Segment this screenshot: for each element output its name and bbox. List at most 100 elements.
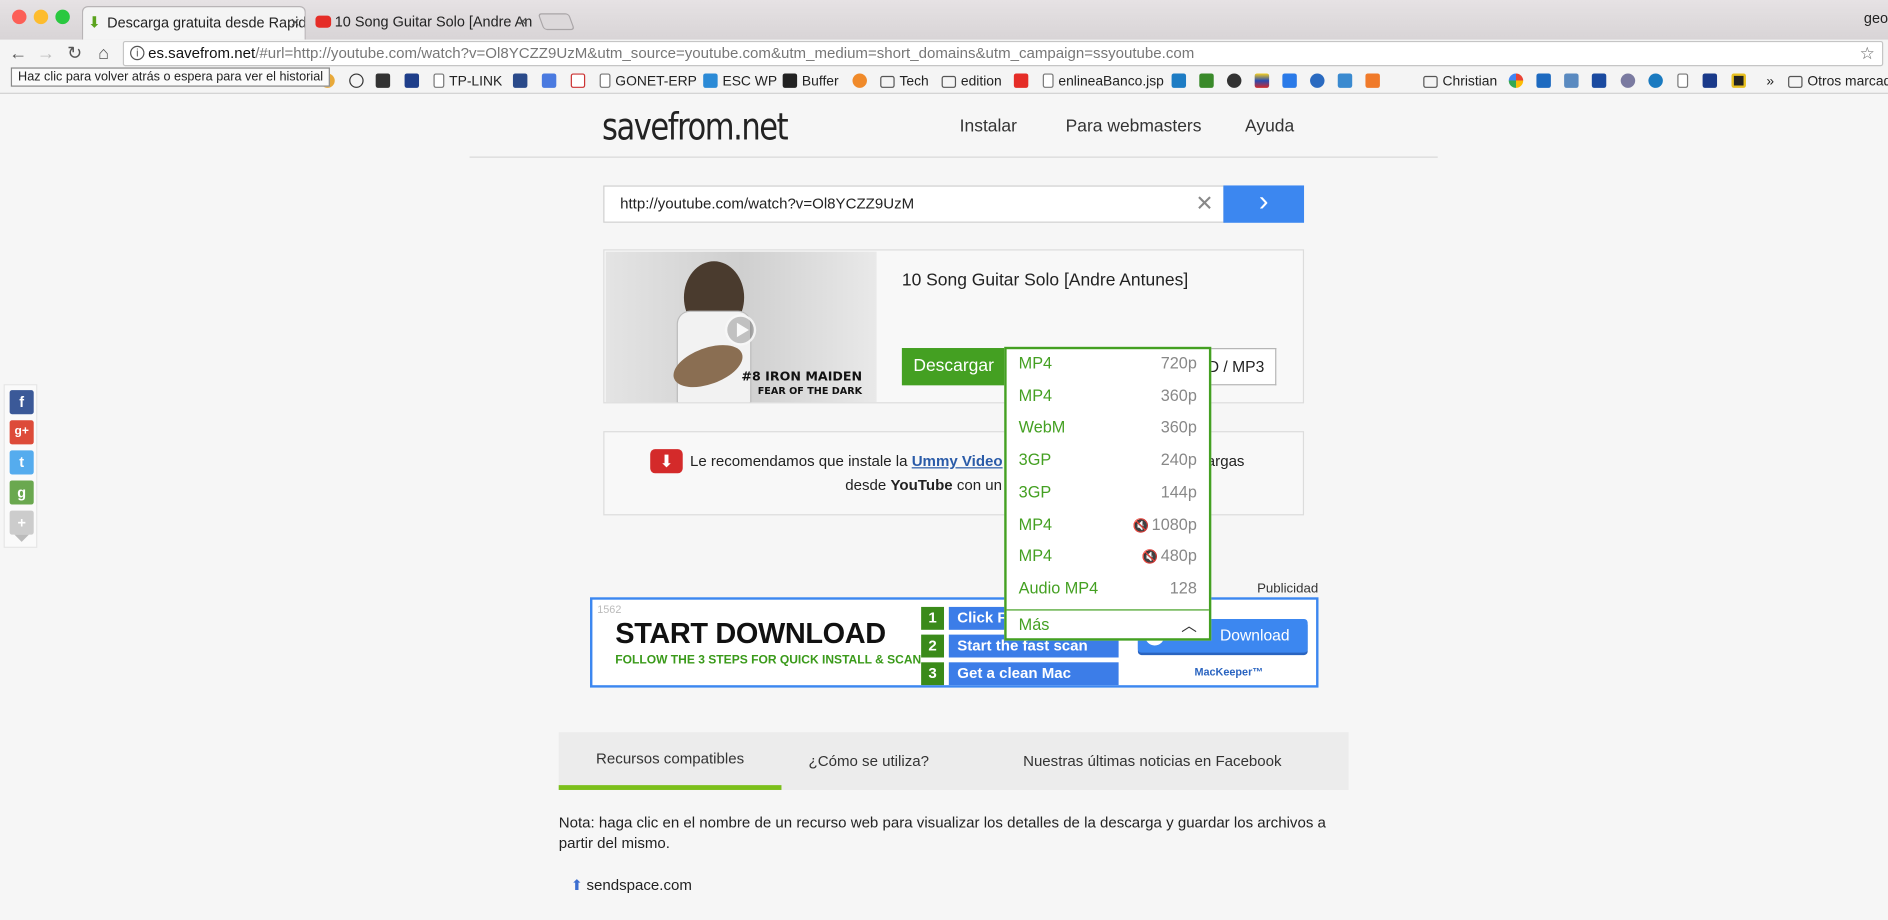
bookmark-favicon-icon[interactable] (541, 72, 561, 91)
bookmark-favicon-icon[interactable] (512, 72, 532, 91)
tab-bar: ⬇ Descarga gratuita desde Rapid × 10 Son… (0, 0, 1888, 40)
ad-step[interactable]: 3 Get a clean Mac (921, 662, 1119, 686)
bookmark-favicon-icon[interactable] (1702, 72, 1722, 91)
bookmark-folder-otros[interactable]: Otros marcadores (1788, 72, 1888, 91)
format-option[interactable]: MP4 🔇 1080p (1007, 510, 1209, 542)
forward-arrow-icon[interactable]: → (34, 42, 58, 66)
back-button-tooltip: Haz clic para volver atrás o espera para… (10, 67, 331, 87)
tab-title: 10 Song Guitar Solo [Andre An (334, 13, 533, 31)
bookmark-favicon-icon[interactable] (1254, 72, 1274, 91)
submit-button[interactable]: › (1223, 185, 1305, 223)
bookmark-favicon-icon[interactable] (570, 72, 590, 91)
close-window-icon[interactable] (12, 9, 27, 25)
back-arrow-icon[interactable]: ← (6, 42, 30, 66)
google-plus-icon[interactable]: g+ (9, 420, 34, 445)
resource-sendspace[interactable]: ⬆ sendspace.com (571, 877, 692, 894)
home-icon[interactable]: ⌂ (92, 42, 116, 66)
twitter-icon[interactable]: t (9, 450, 34, 475)
url-rest: /#url=http://youtube.com/watch?v=Ol8YCZZ… (255, 44, 1195, 62)
share-collapse-icon[interactable] (14, 534, 29, 542)
bookmark-favicon-icon[interactable] (1226, 72, 1246, 91)
bookmark-favicon-icon[interactable] (1508, 72, 1528, 91)
bookmark-favicon-icon[interactable] (375, 72, 395, 91)
page-content: savefrom.net Instalar Para webmasters Ay… (0, 93, 1888, 920)
format-option[interactable]: 3GP 240p (1007, 446, 1209, 478)
tab-youtube[interactable]: 10 Song Guitar Solo [Andre An × (311, 6, 533, 40)
folder-icon (1788, 75, 1803, 88)
tab-title: Descarga gratuita desde Rapid (107, 14, 306, 32)
nav-ayuda[interactable]: Ayuda (1245, 117, 1294, 136)
bookmark-folder-edition[interactable]: edition (941, 72, 1002, 91)
close-tab-icon[interactable]: × (291, 7, 300, 38)
format-option[interactable]: WebM 360p (1007, 414, 1209, 446)
format-option[interactable]: Audio MP4 128 (1007, 574, 1209, 606)
video-thumbnail[interactable]: #8 IRON MAIDEN FEAR OF THE DARK (605, 251, 877, 403)
tab-como-se-utiliza[interactable]: ¿Cómo se utiliza? (781, 732, 956, 790)
nav-instalar[interactable]: Instalar (960, 117, 1017, 136)
bookmark-favicon-icon[interactable] (1013, 72, 1033, 91)
ad-label: Publicidad (1257, 581, 1319, 597)
ummy-video-link[interactable]: Ummy Video (912, 453, 1003, 470)
bookmark-favicon-icon[interactable] (404, 72, 424, 91)
url-input[interactable]: http://youtube.com/watch?v=Ol8YCZZ9UzM ✕ (603, 185, 1225, 223)
folder-icon (880, 75, 895, 88)
bookmark-favicon-icon[interactable] (1591, 72, 1611, 91)
zoom-window-icon[interactable] (55, 9, 70, 25)
reload-icon[interactable]: ↻ (63, 42, 87, 66)
bookmark-favicon-icon[interactable] (1310, 72, 1329, 91)
nav-para-webmasters[interactable]: Para webmasters (1066, 117, 1202, 136)
clear-icon[interactable]: ✕ (1196, 187, 1214, 222)
bookmark-favicon-icon[interactable] (1282, 72, 1301, 91)
tab-noticias-facebook[interactable]: Nuestras últimas noticias en Facebook (1004, 732, 1300, 790)
format-option[interactable]: MP4 360p (1007, 381, 1209, 413)
tab-savefrom[interactable]: ⬇ Descarga gratuita desde Rapid × (81, 6, 306, 40)
dropbox-icon (1282, 73, 1297, 88)
browser-toolbar: ← → ↻ ⌂ i es.savefrom.net/#url=http://yo… (0, 39, 1888, 69)
bookmark-enlineabanco[interactable]: enlineaBanco.jsp (1042, 72, 1164, 91)
bookmarks-overflow-icon[interactable]: » (1766, 72, 1774, 91)
bookmark-star-icon[interactable]: ☆ (1860, 42, 1875, 65)
bookmark-favicon-icon[interactable] (1620, 72, 1640, 91)
bookmark-folder-christian[interactable]: Christian (1423, 72, 1497, 91)
format-option[interactable]: MP4 🔇 480p (1007, 542, 1209, 574)
bookmark-favicon-icon[interactable] (1677, 72, 1693, 91)
bookmark-favicon-icon[interactable] (1731, 72, 1750, 91)
header-divider (469, 156, 1438, 158)
download-button[interactable]: Descargar (901, 348, 1006, 386)
bookmark-favicon-icon[interactable] (852, 72, 872, 91)
bookmark-favicon-icon[interactable] (1648, 72, 1667, 91)
tab-recursos-compatibles[interactable]: Recursos compatibles (558, 732, 782, 790)
close-tab-icon[interactable]: × (518, 6, 527, 37)
bookmark-esc-wp[interactable]: ESC WP (703, 72, 777, 91)
share-more-icon[interactable]: + (9, 510, 34, 535)
minimize-window-icon[interactable] (33, 9, 49, 25)
play-icon[interactable] (724, 314, 757, 346)
more-formats-toggle[interactable]: Más ︿ (1006, 609, 1209, 640)
format-name: 3GP (1018, 482, 1052, 501)
profile-name[interactable]: geo (1864, 10, 1888, 27)
site-logo[interactable]: savefrom.net (602, 106, 789, 149)
bookmark-favicon-icon[interactable] (1337, 72, 1357, 91)
google-bookmarks-icon[interactable]: g (9, 480, 34, 505)
new-tab-button[interactable] (537, 13, 576, 31)
bookmark-favicon-icon[interactable] (1171, 72, 1191, 91)
bookmark-tp-link[interactable]: TP-LINK (433, 72, 502, 91)
address-bar[interactable]: i es.savefrom.net/#url=http://youtube.co… (122, 40, 1884, 67)
bookmark-gonet-erp[interactable]: GONET-ERP (599, 72, 697, 91)
folder-icon (1423, 75, 1438, 88)
bookmark-favicon-icon[interactable] (1365, 72, 1384, 91)
bookmark-favicon-icon[interactable] (1564, 72, 1583, 91)
bookmark-favicon-icon[interactable] (1536, 72, 1555, 91)
youtube-icon (1013, 73, 1029, 88)
bookmark-folder-tech[interactable]: Tech (880, 72, 929, 91)
url-input-value: http://youtube.com/watch?v=Ol8YCZZ9UzM (620, 195, 915, 212)
bookmark-buffer[interactable]: Buffer (782, 72, 839, 91)
chevron-right-icon: › (1258, 185, 1269, 218)
wordpress-icon (703, 73, 718, 88)
bookmark-favicon-icon[interactable] (349, 72, 368, 91)
format-option[interactable]: MP4 720p (1007, 349, 1209, 381)
format-option[interactable]: 3GP 144p (1007, 478, 1209, 510)
info-icon[interactable]: i (130, 45, 145, 61)
facebook-icon[interactable]: f (9, 390, 34, 415)
bookmark-favicon-icon[interactable] (1199, 72, 1218, 91)
